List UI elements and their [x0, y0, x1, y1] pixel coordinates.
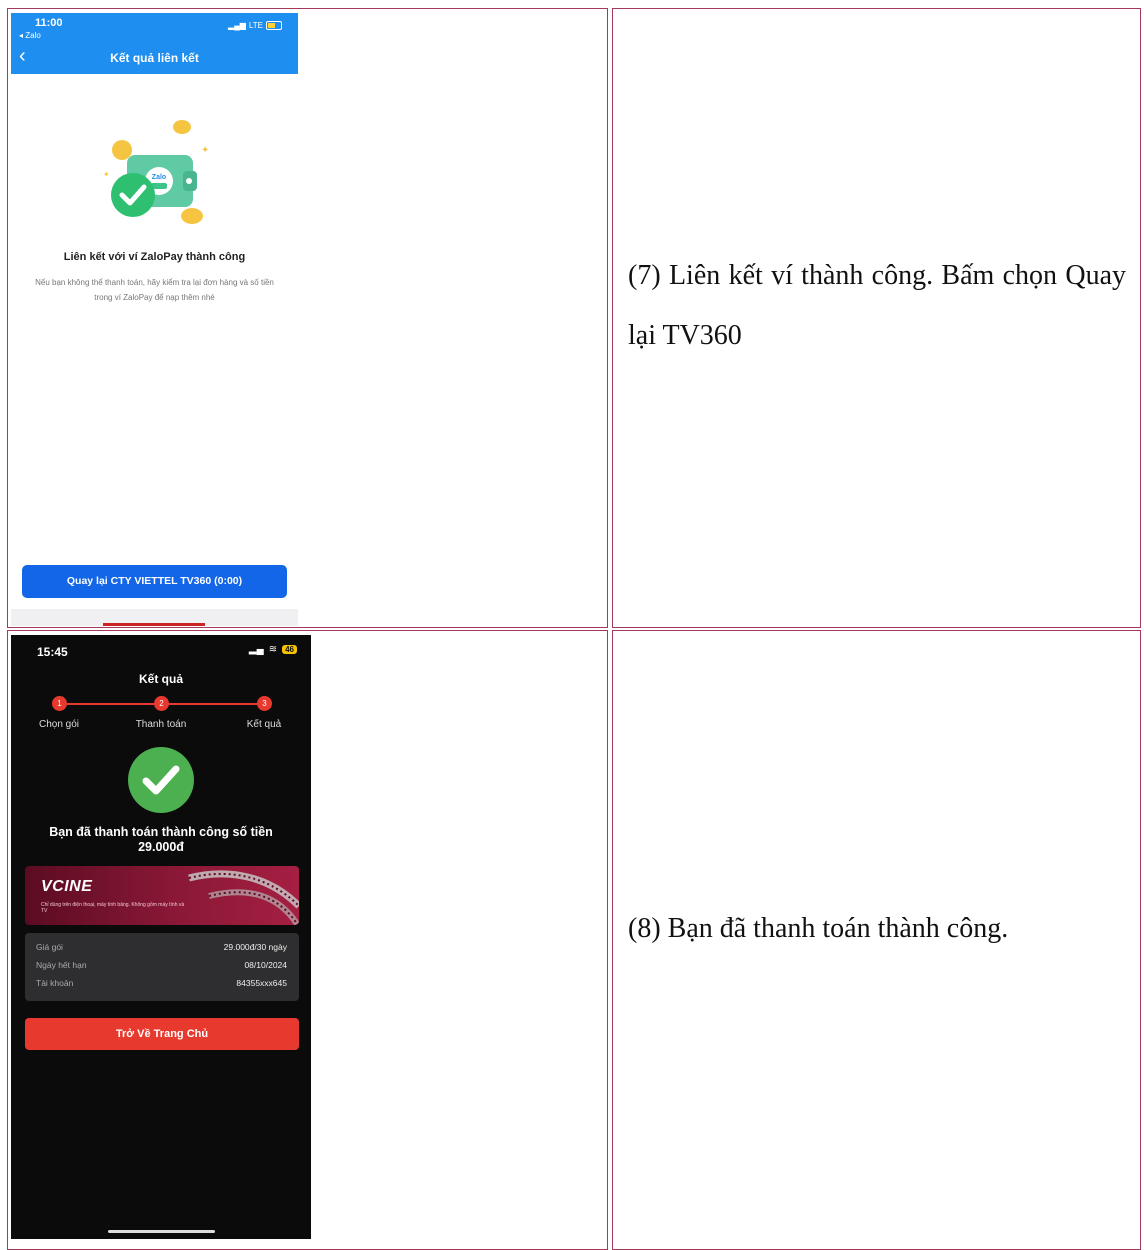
step-dot-2: 2: [154, 696, 169, 711]
info-row: Giá gói 29.000đ/30 ngày: [36, 942, 287, 952]
return-to-tv360-button[interactable]: Quay lại CTY VIETTEL TV360 (0:00): [22, 565, 287, 598]
header-bar: 11:00 ◂ Zalo ▂▄▆ LTE ‹ Kết quả liên kết: [11, 13, 298, 74]
svg-text:✦: ✦: [201, 145, 209, 156]
success-check-icon: [128, 747, 194, 813]
wifi-icon: ≋: [268, 644, 278, 655]
zalopay-link-result-screenshot: 11:00 ◂ Zalo ▂▄▆ LTE ‹ Kết quả liên kết …: [11, 13, 298, 626]
signal-icon: ▂▄: [248, 644, 264, 655]
zalo-logo-text: Zalo: [152, 174, 166, 181]
signal-icon: ▂▄▆: [227, 21, 246, 30]
coin-icon: [112, 140, 132, 160]
info-row: Tài khoản 84355xxx645: [36, 978, 287, 988]
info-row: Ngày hết hạn 08/10/2024: [36, 960, 287, 970]
status-icons: ▂▄▆ LTE: [228, 21, 282, 30]
status-time: 15:45: [37, 645, 68, 659]
info-label: Ngày hết hạn: [36, 960, 87, 970]
info-label: Giá gói: [36, 942, 63, 952]
vcine-logo: VCINE: [41, 878, 93, 895]
payment-info-card: Giá gói 29.000đ/30 ngày Ngày hết hạn 08/…: [25, 933, 299, 1001]
step-dot-3: 3: [257, 696, 272, 711]
wallet-success-illustration: ✦ ✦ Zalo: [103, 120, 209, 224]
coin-icon: [181, 208, 203, 224]
step-label-2: Thanh toán: [135, 719, 187, 730]
vcine-banner: VCINE Chỉ dùng trên điện thoại, máy tính…: [25, 866, 299, 925]
svg-text:✦: ✦: [103, 170, 110, 179]
page-title: Kết quả: [138, 672, 183, 686]
battery-icon: 46: [282, 645, 297, 654]
payment-success-message: Bạn đã thanh toán thành công số tiền 29.…: [49, 825, 273, 854]
step-label-1: Chọn gói: [38, 719, 80, 730]
coin-icon: [173, 120, 191, 134]
page-title: Kết quả liên kết: [110, 51, 199, 65]
check-circle-icon: [111, 173, 155, 217]
return-home-button[interactable]: Trở Về Trang Chủ: [25, 1018, 299, 1050]
success-subtext: Nếu bạn không thể thanh toán, hãy kiểm t…: [35, 278, 274, 302]
back-to-app-label[interactable]: ◂ Zalo: [19, 31, 41, 40]
home-indicator: [108, 1230, 215, 1233]
info-value: 29.000đ/30 ngày: [223, 942, 287, 952]
payment-result-screenshot: 15:45 ▂▄ ≋ 46 Kết quả 1 2 3 Chọn gói Tha…: [11, 635, 311, 1239]
info-value: 08/10/2024: [244, 960, 287, 970]
info-value: 84355xxx645: [236, 978, 287, 988]
status-icons: ▂▄ ≋ 46: [249, 644, 297, 655]
step-8-description: (8) Bạn đã thanh toán thành công.: [628, 913, 1009, 944]
info-label: Tài khoản: [36, 978, 74, 988]
success-heading: Liên kết với ví ZaloPay thành công: [63, 251, 246, 263]
battery-icon: [266, 21, 282, 30]
step-7-description: (7) Liên kết ví thành công. Bấm chọn Qua…: [628, 260, 1126, 351]
network-label: LTE: [248, 21, 263, 30]
step-dot-1: 1: [52, 696, 67, 711]
step-label-3: Kết quả: [246, 719, 282, 730]
bottom-bar: [11, 609, 298, 626]
film-strip-icon: [188, 870, 299, 925]
status-time: 11:00: [35, 17, 63, 29]
